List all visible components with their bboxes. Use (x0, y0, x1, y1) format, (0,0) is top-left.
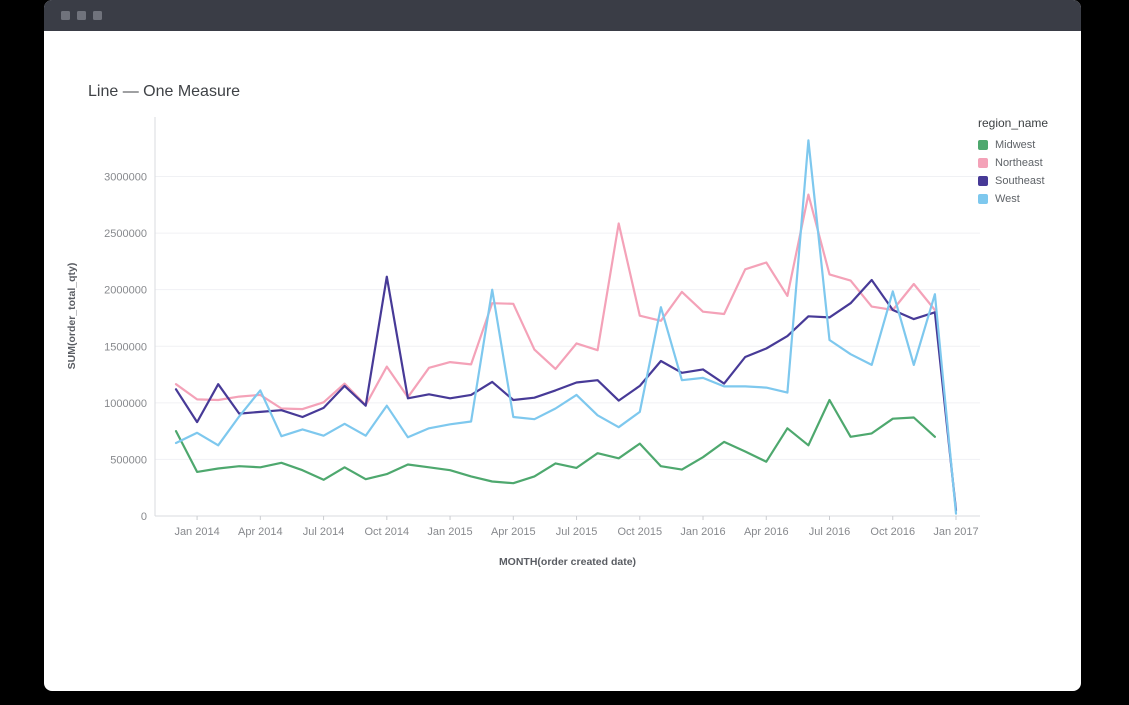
y-tick-label: 1000000 (104, 398, 147, 410)
y-tick-label: 500000 (110, 454, 147, 466)
x-tick-label: Apr 2016 (744, 526, 789, 538)
x-tick-label: Oct 2016 (870, 526, 915, 538)
series-line-southeast[interactable] (176, 277, 956, 511)
legend-item-northeast[interactable]: Northeast (978, 157, 1078, 169)
legend-item-midwest[interactable]: Midwest (978, 139, 1078, 151)
legend-item-west[interactable]: West (978, 193, 1078, 205)
x-tick-label: Apr 2014 (238, 526, 283, 538)
x-tick-label: Jan 2016 (680, 526, 725, 538)
series-line-west[interactable] (176, 140, 956, 513)
x-tick-label: Jan 2015 (427, 526, 472, 538)
series-line-northeast[interactable] (176, 195, 935, 410)
legend-item-southeast[interactable]: Southeast (978, 175, 1078, 187)
x-tick-label: Jul 2016 (809, 526, 851, 538)
legend-label: Southeast (995, 175, 1045, 187)
legend-title: region_name (978, 116, 1078, 130)
x-tick-label: Jan 2014 (174, 526, 219, 538)
x-tick-label: Oct 2015 (617, 526, 662, 538)
legend-swatch-icon (978, 194, 988, 204)
app-window: Line — One Measure SUM(order_total_qty) … (44, 0, 1081, 691)
x-tick-label: Jul 2015 (556, 526, 598, 538)
y-tick-label: 2500000 (104, 228, 147, 240)
legend-swatch-icon (978, 158, 988, 168)
x-tick-label: Apr 2015 (491, 526, 536, 538)
x-tick-label: Oct 2014 (364, 526, 409, 538)
legend-swatch-icon (978, 176, 988, 186)
chart-legend: region_name Midwest Northeast Southeast Wes… (978, 116, 1078, 211)
x-tick-label: Jan 2017 (933, 526, 978, 538)
y-tick-label: 2000000 (104, 285, 147, 297)
legend-swatch-icon (978, 140, 988, 150)
y-tick-label: 0 (141, 511, 147, 523)
legend-label: Northeast (995, 157, 1043, 169)
line-chart-plot[interactable]: 0 500000 1000000 1500000 2000000 2500000 30000… (44, 0, 1081, 691)
y-tick-label: 1500000 (104, 341, 147, 353)
x-tick-label: Jul 2014 (303, 526, 345, 538)
legend-label: Midwest (995, 139, 1035, 151)
legend-label: West (995, 193, 1020, 205)
y-tick-label: 3000000 (104, 172, 147, 184)
